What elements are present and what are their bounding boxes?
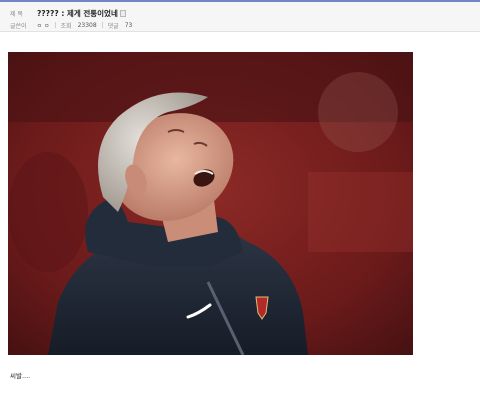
title-label: 제 목 — [10, 10, 23, 18]
author-name[interactable]: ㅇ ㅇ — [37, 21, 50, 30]
post-image-illustration — [8, 52, 413, 355]
post-image — [8, 52, 413, 355]
post-body-text: 씨발.... — [10, 372, 31, 380]
post-title: ????? : 제게 전통이었네 — [36, 8, 118, 18]
views-count: 23308 — [77, 21, 97, 29]
image-attachment-icon — [119, 9, 126, 17]
meta-divider — [101, 22, 103, 28]
comments-count[interactable]: 73 — [125, 22, 133, 29]
author-label: 글쓴이 — [10, 22, 27, 30]
comments-label: 댓글 — [107, 22, 119, 30]
views-label: 조회 — [60, 22, 72, 30]
post-title-row: 제 목 ????? : 제게 전통이었네 — [10, 7, 126, 19]
post-meta-row: 글쓴이 ㅇ ㅇ 조회 23308 댓글 73 — [10, 20, 132, 30]
meta-divider — [54, 22, 56, 28]
post-header: 제 목 ????? : 제게 전통이었네 글쓴이 ㅇ ㅇ 조회 23308 댓글… — [0, 2, 480, 32]
